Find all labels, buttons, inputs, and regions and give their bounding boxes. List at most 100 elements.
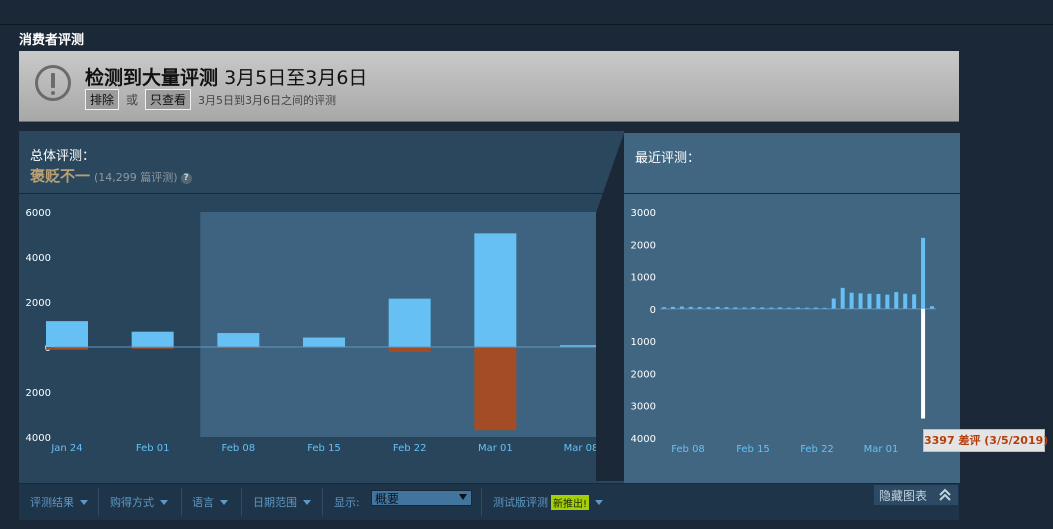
display-label-text: 显示: xyxy=(334,496,360,509)
hide-chart-label: 隐藏图表 xyxy=(879,488,928,503)
positive-bar xyxy=(840,287,845,309)
y-tick-label: 4000 xyxy=(631,434,656,445)
recent-reviews-panel: 最近评测： 3000 2000 1000 0 1000 2000 3000 4000 Feb 0… xyxy=(624,133,960,483)
x-tick-label: Feb 15 xyxy=(307,443,341,454)
chevron-down-icon xyxy=(595,499,604,505)
recent-chart: 3000 2000 1000 0 1000 2000 3000 4000 Feb 08 Feb 1… xyxy=(631,208,936,455)
y-tick-label: 2000 xyxy=(631,240,656,251)
positive-bar xyxy=(760,307,765,309)
positive-bar xyxy=(858,293,863,309)
overall-review-count: (14,299 篇评测) xyxy=(94,171,178,184)
exclude-button[interactable]: 排除 xyxy=(85,89,120,110)
chevron-down-icon xyxy=(220,499,228,505)
exclamation-icon xyxy=(35,65,71,101)
filter-separator xyxy=(181,488,182,516)
overall-reviews-panel: 总体评测： 褒贬不一(14,299 篇评测)? 6000400020000200… xyxy=(19,131,624,483)
overall-label: 总体评测： xyxy=(30,149,96,164)
only-view-button[interactable]: 只查看 xyxy=(145,89,192,110)
y-tick-label: 4000 xyxy=(26,253,51,264)
positive-bar xyxy=(715,306,720,309)
filter-review-type-label: 评测结果 xyxy=(30,496,74,509)
chevron-down-icon xyxy=(303,499,311,505)
x-tick-label: Feb 01 xyxy=(136,443,170,454)
alert-title-bold: 检测到大量评测 xyxy=(85,67,219,89)
x-tick-label: Mar 08 xyxy=(564,443,599,454)
hide-chart-button[interactable]: 隐藏图表 xyxy=(874,485,958,505)
positive-bar xyxy=(742,307,747,309)
positive-bar xyxy=(662,307,666,309)
x-tick-label: Mar 01 xyxy=(478,443,513,454)
negative-bar xyxy=(474,347,517,431)
positive-bar xyxy=(831,298,836,309)
review-bombing-alert: 检测到大量评测 3月5日至3月6日 排除 或 只查看 3月5日到3月6日之间的评… xyxy=(19,51,959,122)
overall-chart: 600040002000020004000Jan 24Feb 01Feb 08F… xyxy=(19,194,602,483)
positive-bar xyxy=(813,307,818,309)
y-tick-label: 2000 xyxy=(26,298,51,309)
y-tick-label: 2000 xyxy=(26,388,51,399)
positive-bar xyxy=(912,294,917,309)
positive-bar xyxy=(778,307,783,309)
x-tick-label: Feb 22 xyxy=(393,443,427,454)
positive-bar xyxy=(733,307,738,309)
overall-header: 总体评测： 褒贬不一 (14,299 篇评测)? xyxy=(19,131,624,193)
positive-bar xyxy=(930,306,934,309)
positive-bar xyxy=(303,337,345,347)
x-tick-label: Feb 08 xyxy=(671,444,705,455)
y-tick-label: 1000 xyxy=(631,337,656,348)
zoom-connector xyxy=(596,133,624,481)
y-tick-label: 1000 xyxy=(631,273,656,284)
help-icon[interactable]: ? xyxy=(180,173,192,184)
filter-beta-label: 测试版评测 xyxy=(493,496,548,509)
y-tick-label: 3000 xyxy=(631,402,656,413)
positive-bar xyxy=(903,293,908,309)
section-title: 消费者评测 xyxy=(19,33,85,48)
positive-bar xyxy=(46,321,88,347)
y-tick-label: 6000 xyxy=(26,208,51,219)
filter-review-type[interactable]: 评测结果 xyxy=(30,484,88,520)
display-label: 显示: xyxy=(334,484,360,520)
display-select-value: 概要 xyxy=(375,492,400,506)
alert-description: 3月5日到3月6日之间的评测 xyxy=(198,93,337,107)
positive-bar xyxy=(679,306,684,309)
positive-bar xyxy=(885,294,890,309)
filter-separator xyxy=(241,488,242,516)
top-divider xyxy=(0,24,1053,25)
filter-date-range[interactable]: 日期范围 xyxy=(253,484,311,520)
positive-bar xyxy=(131,331,174,347)
display-select[interactable]: 概要 xyxy=(371,490,472,506)
filter-purchase-type-label: 购得方式 xyxy=(110,496,154,509)
x-tick-label: Mar 01 xyxy=(864,444,899,455)
review-filter-bar: 评测结果 购得方式 语言 日期范围 显示: 概要 测试版评测 新推出! 隐藏图表 xyxy=(19,484,959,520)
positive-bar xyxy=(804,307,809,309)
positive-bar xyxy=(894,292,899,309)
filter-language-label: 语言 xyxy=(192,496,214,509)
chevron-down-icon xyxy=(459,494,467,500)
filter-separator xyxy=(322,488,323,516)
positive-bar xyxy=(724,307,729,309)
x-tick-label: Feb 15 xyxy=(736,444,770,455)
positive-bar xyxy=(769,307,774,309)
positive-bar xyxy=(697,307,702,309)
y-tick-label: 4000 xyxy=(26,433,51,444)
negative-bar xyxy=(388,347,431,352)
highlighted-negative-bar xyxy=(921,308,926,419)
overall-rating-text: 褒贬不一 xyxy=(30,167,91,185)
y-tick-label: 3000 xyxy=(631,208,656,219)
alert-title: 检测到大量评测 3月5日至3月6日 xyxy=(85,63,367,90)
overall-rating: 褒贬不一 (14,299 篇评测)? xyxy=(30,165,192,186)
positive-bar xyxy=(876,294,881,309)
filter-separator xyxy=(481,488,482,516)
positive-bar xyxy=(796,307,800,309)
positive-bar xyxy=(670,306,675,309)
positive-bar xyxy=(474,233,517,347)
filter-language[interactable]: 语言 xyxy=(192,484,228,520)
bar-tooltip: 3397 差评 (3/5/2019) xyxy=(923,429,1048,452)
filter-beta-reviews[interactable]: 测试版评测 新推出! xyxy=(493,484,604,520)
chevron-down-icon xyxy=(80,499,88,505)
positive-bar xyxy=(388,298,431,347)
positive-bar xyxy=(688,306,693,309)
y-tick-label: 2000 xyxy=(631,369,656,380)
filter-purchase-type[interactable]: 购得方式 xyxy=(110,484,168,520)
alert-actions: 排除 或 只查看 3月5日到3月6日之间的评测 xyxy=(85,89,336,110)
new-badge: 新推出! xyxy=(551,494,590,510)
